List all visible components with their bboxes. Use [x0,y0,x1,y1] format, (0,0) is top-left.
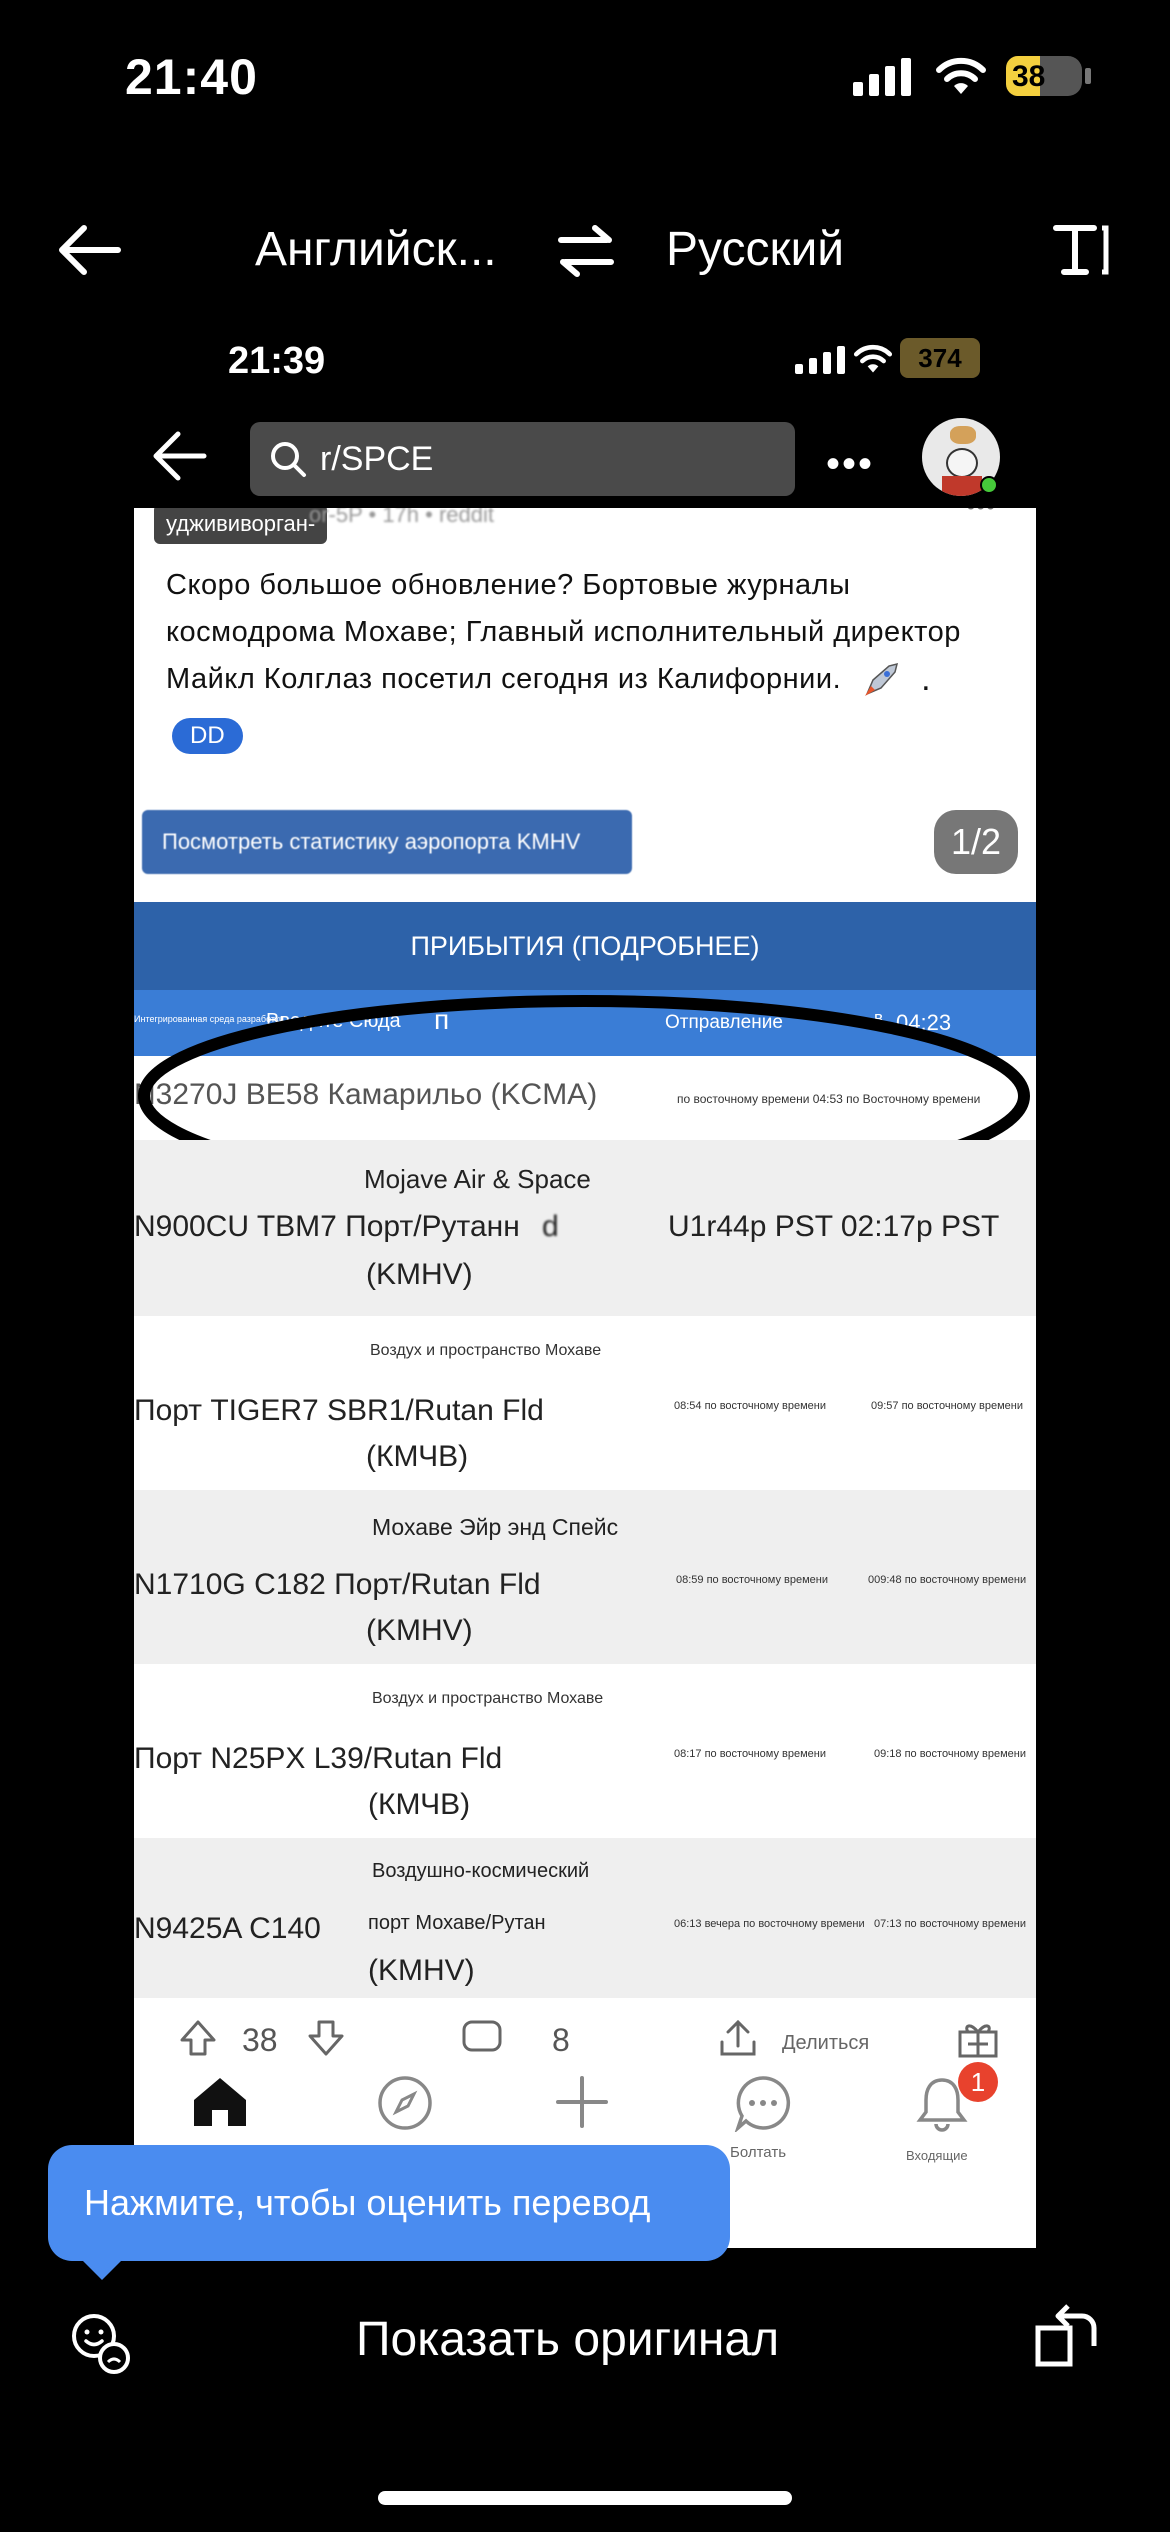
flight-origin: Воздушно-космический [372,1860,590,1882]
flight-arrival-time: 07:13 по восточному времени [874,1918,1026,1930]
post-flair[interactable]: DD [172,718,243,754]
source-language-button[interactable]: Английск... [255,222,497,277]
table-row[interactable]: Воздух и пространство Мохаве Порт N25PX … [134,1664,1036,1838]
comment-icon[interactable] [460,2018,504,2058]
inner-signal-icon [795,344,845,374]
target-language-button[interactable]: Русский [666,222,844,277]
flight-ident: Порт TIGER7 SBR1/Rutan Fld [134,1394,544,1427]
inner-wifi-icon [853,344,893,373]
flight-ident: Порт N25PX L39/Rutan Fld [134,1742,503,1775]
chat-icon[interactable] [734,2074,792,2132]
flight-origin: Mojave Air & Space [364,1164,591,1194]
table-row[interactable]: Мохаве Эйр энд Спейс N1710G C182 Порт/Ru… [134,1490,1036,1664]
reddit-post-frame: уджививорган- or-5P • 17h • reddit ••• С… [134,508,1036,2248]
create-post-icon[interactable] [554,2074,610,2130]
status-time: 21:40 [125,49,258,105]
inner-battery-level: 374 [918,342,962,373]
flight-airport-code: (КМЧВ) [366,1440,469,1473]
rate-translation-icon[interactable] [68,2310,134,2376]
explore-icon[interactable] [376,2074,434,2132]
more-options-icon[interactable]: ••• [826,442,874,487]
search-icon [271,442,306,477]
flight-departure-time: 08:17 по восточному времени [674,1748,826,1760]
flight-airport-code: (KMHV) [366,1258,473,1291]
upvote-icon[interactable] [178,2018,218,2058]
flight-origin: Мохаве Эйр энд Спейс [372,1514,619,1540]
image-pager: 1/2 [934,810,1018,874]
airport-stats-button[interactable]: Посмотреть статистику аэропорта KMHV [142,810,632,874]
nav-inbox-label[interactable]: Входящие [906,2148,968,2163]
cellular-signal-icon [853,56,911,96]
reddit-back-icon[interactable] [150,428,208,484]
downvote-icon[interactable] [306,2018,346,2058]
reddit-search-bar[interactable]: r/SPCE [250,422,795,496]
flight-arrival-time: 09:18 по восточному времени [874,1748,1026,1760]
flight-origin: Воздух и пространство Мохаве [370,1342,602,1359]
post-title-line-3: Майкл Колглаз посетил сегодня из Калифор… [166,663,842,695]
table-row[interactable]: Воздушно-космический порт Мохаве/Рутан N… [134,1838,1036,2008]
flight-arrival-time: 009:48 по восточному времени [868,1574,1027,1586]
toast-pointer [80,2258,124,2280]
flight-departure-time: 06:13 вечера по восточному времени [674,1918,865,1930]
flight-origin: Воздух и пространство Мохаве [372,1690,604,1707]
battery-icon: 38 [1006,56,1082,96]
award-icon[interactable] [956,2018,1000,2058]
flight-departure-time: 08:59 по восточному времени [676,1574,828,1586]
flight-airport-code: (KMHV) [366,1614,473,1647]
rotate-icon[interactable] [1030,2298,1102,2370]
share-icon[interactable] [718,2018,758,2058]
inner-battery-icon: 374 [900,338,980,378]
flight-origin-cont: порт Мохаве/Рутан [368,1912,546,1934]
battery-level: 38 [1012,60,1046,93]
battery-tip [1085,68,1091,84]
flight-departure-time: 08:54 по восточному времени [674,1400,826,1412]
post-author[interactable]: уджививорган- [154,508,328,544]
notification-badge: 1 [958,2062,998,2102]
inner-status-time: 21:39 [228,340,326,382]
flight-times: U1r44p PST 02:17p PST [668,1210,1000,1243]
rocket-emoji-icon [865,662,899,696]
wifi-icon [936,57,986,94]
home-indicator[interactable] [378,2491,792,2505]
home-icon[interactable] [190,2074,250,2130]
rate-translation-toast[interactable]: Нажмите, чтобы оценить перевод [48,2145,730,2261]
search-query: r/SPCE [320,439,434,478]
flight-ident: N9425A C140 [134,1912,321,1945]
table-row[interactable]: Воздух и пространство Мохаве Порт TIGER7… [134,1316,1036,1490]
show-original-button[interactable]: Показать оригинал [356,2312,779,2367]
flight-ident: N1710G C182 Порт/Rutan Fld [134,1568,541,1601]
text-mode-icon[interactable] [1050,222,1110,278]
post-meta: or-5P • 17h • reddit [309,508,494,527]
flight-airport-code: (KMHV) [368,1954,475,1987]
flight-ident: N900CU TBM7 Порт/Рутанн [134,1210,520,1243]
flight-arrival-time: 09:57 по восточному времени [871,1400,1023,1412]
comment-count: 8 [552,2022,570,2058]
share-label[interactable]: Делиться [782,2032,869,2055]
back-arrow-icon[interactable] [54,222,124,278]
vote-count: 38 [242,2022,278,2058]
flight-suffix: d [542,1210,559,1243]
swap-languages-icon[interactable] [555,222,617,278]
post-title-line-2: космодрома Мохаве; Главный исполнительны… [166,616,961,648]
online-status-dot [980,476,998,494]
flight-airport-code: (КМЧВ) [368,1788,471,1821]
table-row[interactable]: Mojave Air & Space N900CU TBM7 Порт/Рута… [134,1140,1036,1316]
post-options-icon[interactable]: ••• [966,508,995,522]
nav-chat-label[interactable]: Болтать [730,2144,786,2161]
post-title-line-1: Скоро большое обновление? Бортовые журна… [166,569,851,601]
